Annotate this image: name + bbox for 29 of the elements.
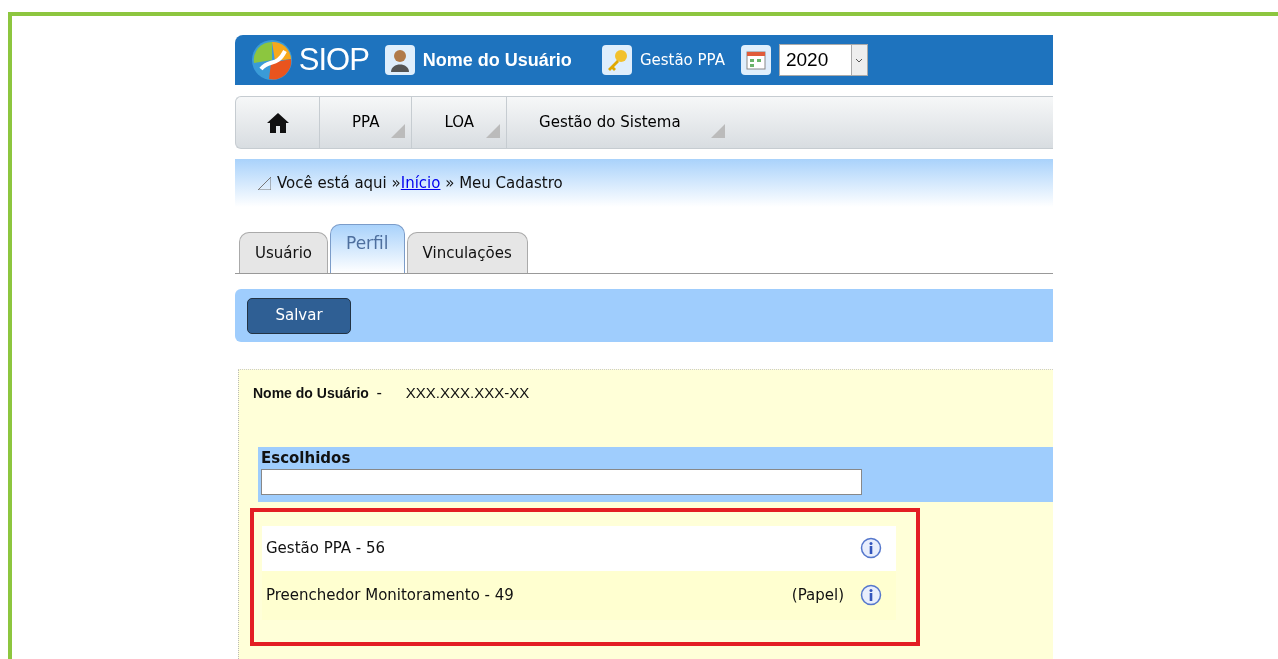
breadcrumb-link[interactable]: Início	[400, 173, 441, 192]
info-icon[interactable]	[860, 584, 882, 606]
menu-item[interactable]: Gestão do Sistema	[507, 97, 731, 148]
input-field[interactable]	[261, 468, 862, 495]
caret-icon	[855, 57, 864, 63]
role-text: (Papel)	[791, 584, 844, 606]
item-text: Preenchedor Monitoramento - 49	[266, 584, 514, 606]
field-value: XXX.XXX.XXX-XX	[405, 383, 530, 403]
item-text: Gestão PPA - 56	[266, 537, 386, 559]
menu-item[interactable]: LOA	[412, 97, 508, 148]
separator-text: -	[376, 383, 382, 404]
logo-text: SIOP	[298, 40, 369, 79]
module-name: Gestão PPA	[639, 49, 725, 71]
save-button[interactable]: Salvar	[247, 297, 351, 334]
triangle-icon	[257, 176, 271, 190]
breadcrumb: Você está aqui »Início » Meu Cadastro	[277, 172, 563, 194]
user-icon	[384, 45, 415, 75]
calendar-icon	[740, 45, 771, 75]
logo-icon	[249, 39, 295, 81]
tab[interactable]: Perfil	[330, 224, 405, 273]
tab[interactable]: Vinculações	[406, 232, 528, 273]
user-name: Nome do Usuário	[422, 48, 572, 72]
key-icon	[601, 45, 632, 75]
year-select[interactable]: 2020	[778, 44, 868, 76]
field-label: Nome do Usuário	[253, 383, 369, 403]
tab[interactable]: Usuário	[239, 232, 328, 273]
info-icon[interactable]	[860, 537, 882, 559]
section-title: Escolhidos	[261, 450, 352, 466]
menu-item[interactable]: PPA	[320, 97, 413, 148]
